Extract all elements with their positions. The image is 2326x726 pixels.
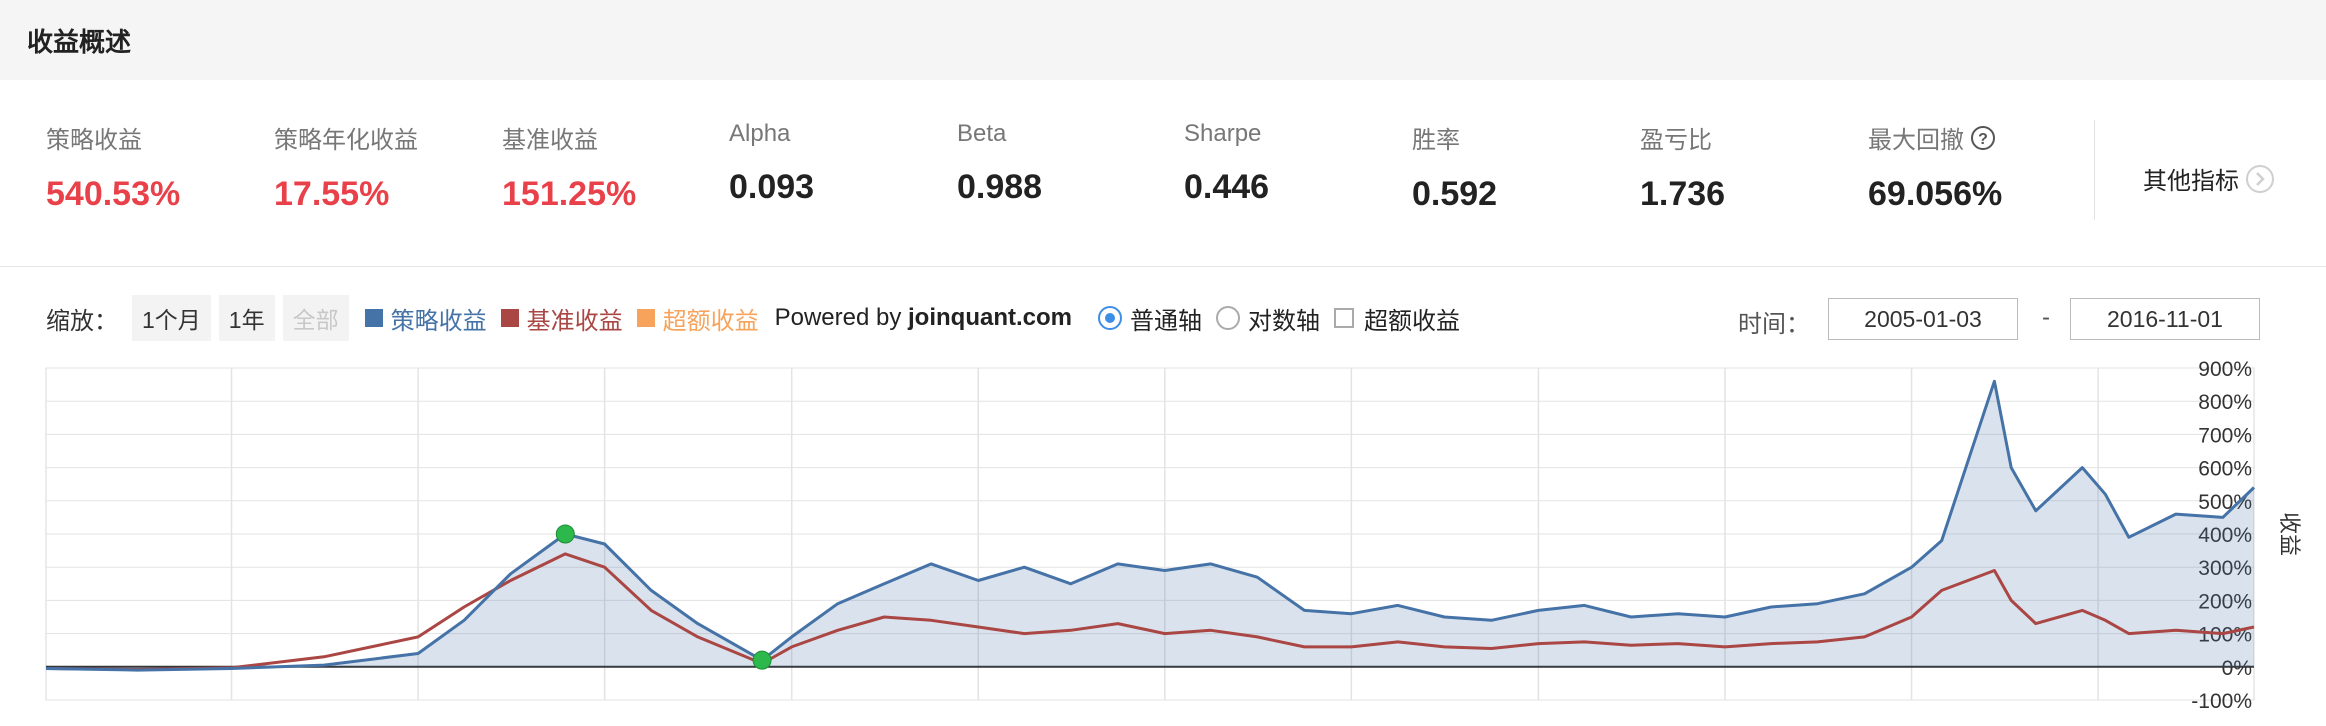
legend-excess[interactable]: 超额收益 (636, 301, 759, 336)
metric-value: 17.55% (274, 175, 390, 213)
metric-value: 0.988 (957, 168, 1043, 206)
metric-label: Beta (957, 120, 1007, 147)
date-to-input[interactable]: 2016-11-01 (2070, 298, 2260, 340)
other-metrics-button[interactable]: 其他指标 (2143, 161, 2275, 196)
other-metrics-label: 其他指标 (2143, 168, 2239, 195)
y-tick-label: 900% (2198, 360, 2252, 381)
excess-return-checkbox[interactable]: 超额收益 (1334, 301, 1460, 336)
zoom-label: 缩放： (46, 307, 118, 335)
svg-text:?: ? (1978, 131, 1988, 148)
return-chart[interactable]: -100%0%100%200%300%400%500%600%700%800%9… (0, 360, 2326, 720)
metric-label: Sharpe (1184, 120, 1262, 147)
metric-label: 胜率 (1412, 127, 1460, 154)
metric-sharpe: Sharpe 0.446 (1184, 120, 1269, 207)
y-axis-title: 收益 (2277, 512, 2302, 556)
radio-checked (1098, 306, 1123, 330)
zoom-1y-button[interactable]: 1年 (218, 295, 275, 341)
metric-max-drawdown: 最大回撤 ? 69.056% (1868, 120, 2002, 214)
metric-value: 151.25% (502, 175, 637, 213)
time-label: 时间： (1738, 311, 1810, 338)
date-from-input[interactable]: 2005-01-03 (1828, 298, 2018, 340)
y-tick-label: 800% (2198, 391, 2252, 414)
powered-site: joinquant.com (908, 304, 1073, 331)
metric-win-rate: 胜率 0.592 (1412, 120, 1497, 214)
page-title: 收益概述 (27, 27, 132, 57)
drawdown-marker (752, 650, 772, 670)
checkbox-unchecked (1334, 308, 1355, 328)
divider (0, 266, 2326, 267)
metric-strategy-return: 策略收益 540.53% (46, 120, 180, 214)
date-separator: - (2042, 304, 2050, 331)
metric-value: 0.446 (1184, 168, 1270, 206)
metric-label: 盈亏比 (1640, 127, 1712, 154)
metric-label: Alpha (729, 120, 791, 147)
zoom-all-button[interactable]: 全部 (282, 295, 349, 341)
powered-by: Powered by joinquant.com (775, 304, 1072, 332)
metric-alpha: Alpha 0.093 (729, 120, 814, 207)
legend-label: 策略收益 (390, 307, 487, 335)
zoom-1m-button[interactable]: 1个月 (132, 295, 211, 341)
metric-annual-return: 策略年化收益 17.55% (274, 120, 418, 214)
chevron-right-circle-icon (2246, 164, 2274, 193)
metric-label: 基准收益 (502, 127, 598, 154)
legend-swatch (500, 309, 519, 327)
metric-value: 0.592 (1412, 175, 1498, 213)
y-tick-label: 700% (2198, 424, 2252, 447)
axis-normal-label: 普通轴 (1130, 307, 1203, 335)
metric-label: 策略年化收益 (274, 127, 418, 154)
legend-swatch (636, 309, 655, 327)
divider (2094, 120, 2095, 220)
metric-benchmark-return: 基准收益 151.25% (502, 120, 636, 214)
metric-value: 0.093 (729, 168, 815, 206)
y-tick-label: -100% (2191, 690, 2252, 713)
legend-strategy[interactable]: 策略收益 (364, 301, 487, 336)
y-tick-label: 600% (2198, 458, 2252, 481)
axis-log-label: 对数轴 (1248, 307, 1321, 335)
section-header (0, 0, 2326, 80)
axis-normal-radio[interactable]: 普通轴 (1098, 301, 1202, 336)
metric-value: 540.53% (46, 175, 181, 213)
powered-prefix: Powered by (774, 304, 902, 331)
metric-label: 策略收益 (46, 127, 142, 154)
axis-log-radio[interactable]: 对数轴 (1216, 301, 1320, 336)
metric-value: 1.736 (1640, 175, 1726, 213)
drawdown-marker (555, 524, 575, 544)
excess-return-label: 超额收益 (1364, 307, 1461, 335)
metric-value: 69.056% (1868, 175, 2003, 213)
legend-label: 基准收益 (526, 307, 623, 335)
radio-unchecked (1216, 306, 1241, 330)
metric-label: 最大回撤 (1868, 127, 1964, 154)
help-icon[interactable]: ? (1970, 125, 1996, 151)
metric-beta: Beta 0.988 (957, 120, 1042, 207)
metric-profit-loss-ratio: 盈亏比 1.736 (1640, 120, 1725, 214)
legend-swatch (364, 309, 383, 327)
legend-benchmark[interactable]: 基准收益 (500, 301, 623, 336)
chart-toolbar: 缩放： 1个月 1年 全部 策略收益 基准收益 超额收益 Powered by … (46, 295, 1460, 341)
legend-label: 超额收益 (662, 307, 759, 335)
